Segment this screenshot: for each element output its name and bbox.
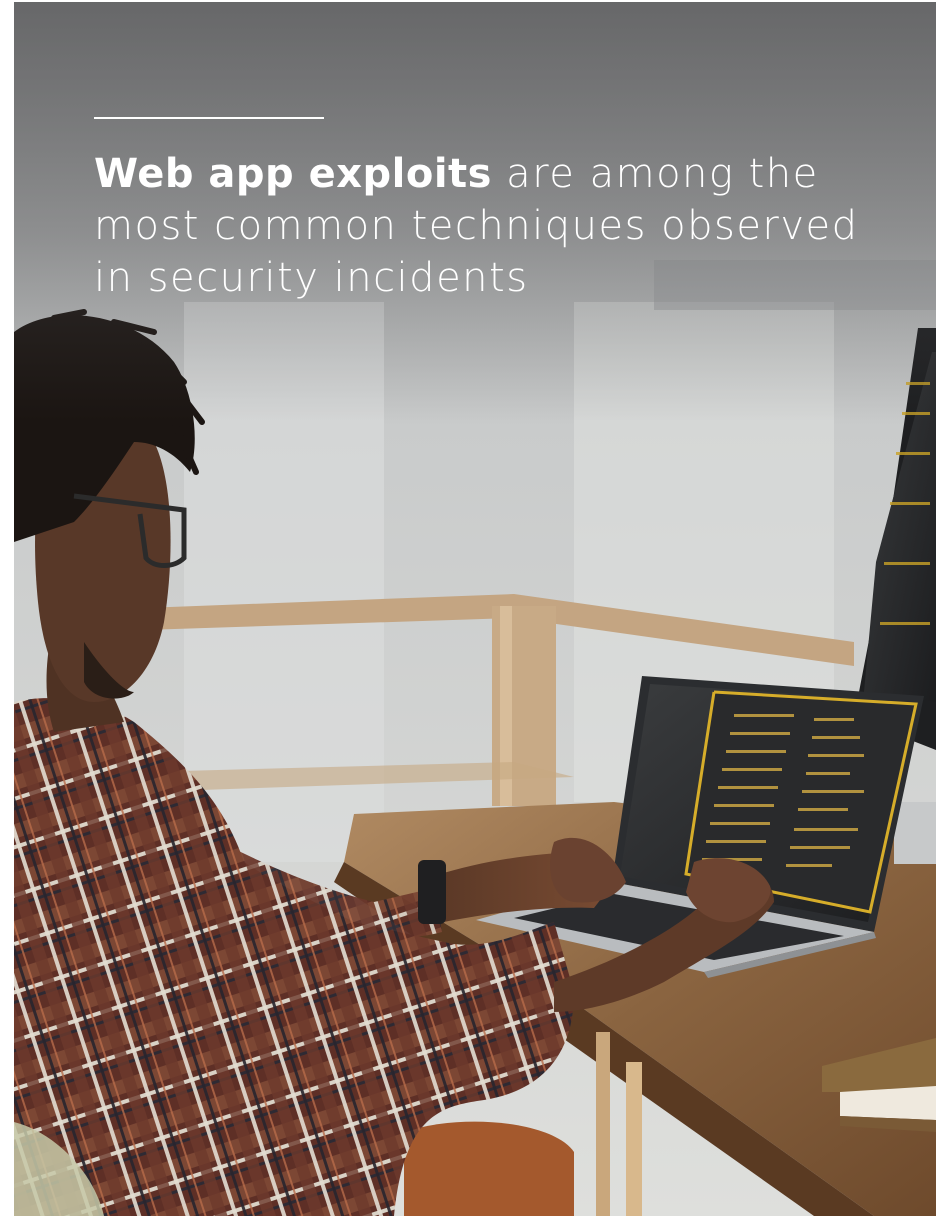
headline: Web app exploits are among the most comm… [94,148,894,304]
page: Web app exploits are among the most comm… [0,0,946,1218]
decorative-rule [94,117,324,119]
photo-frame: Web app exploits are among the most comm… [14,2,936,1216]
headline-bold: Web app exploits [94,151,492,197]
